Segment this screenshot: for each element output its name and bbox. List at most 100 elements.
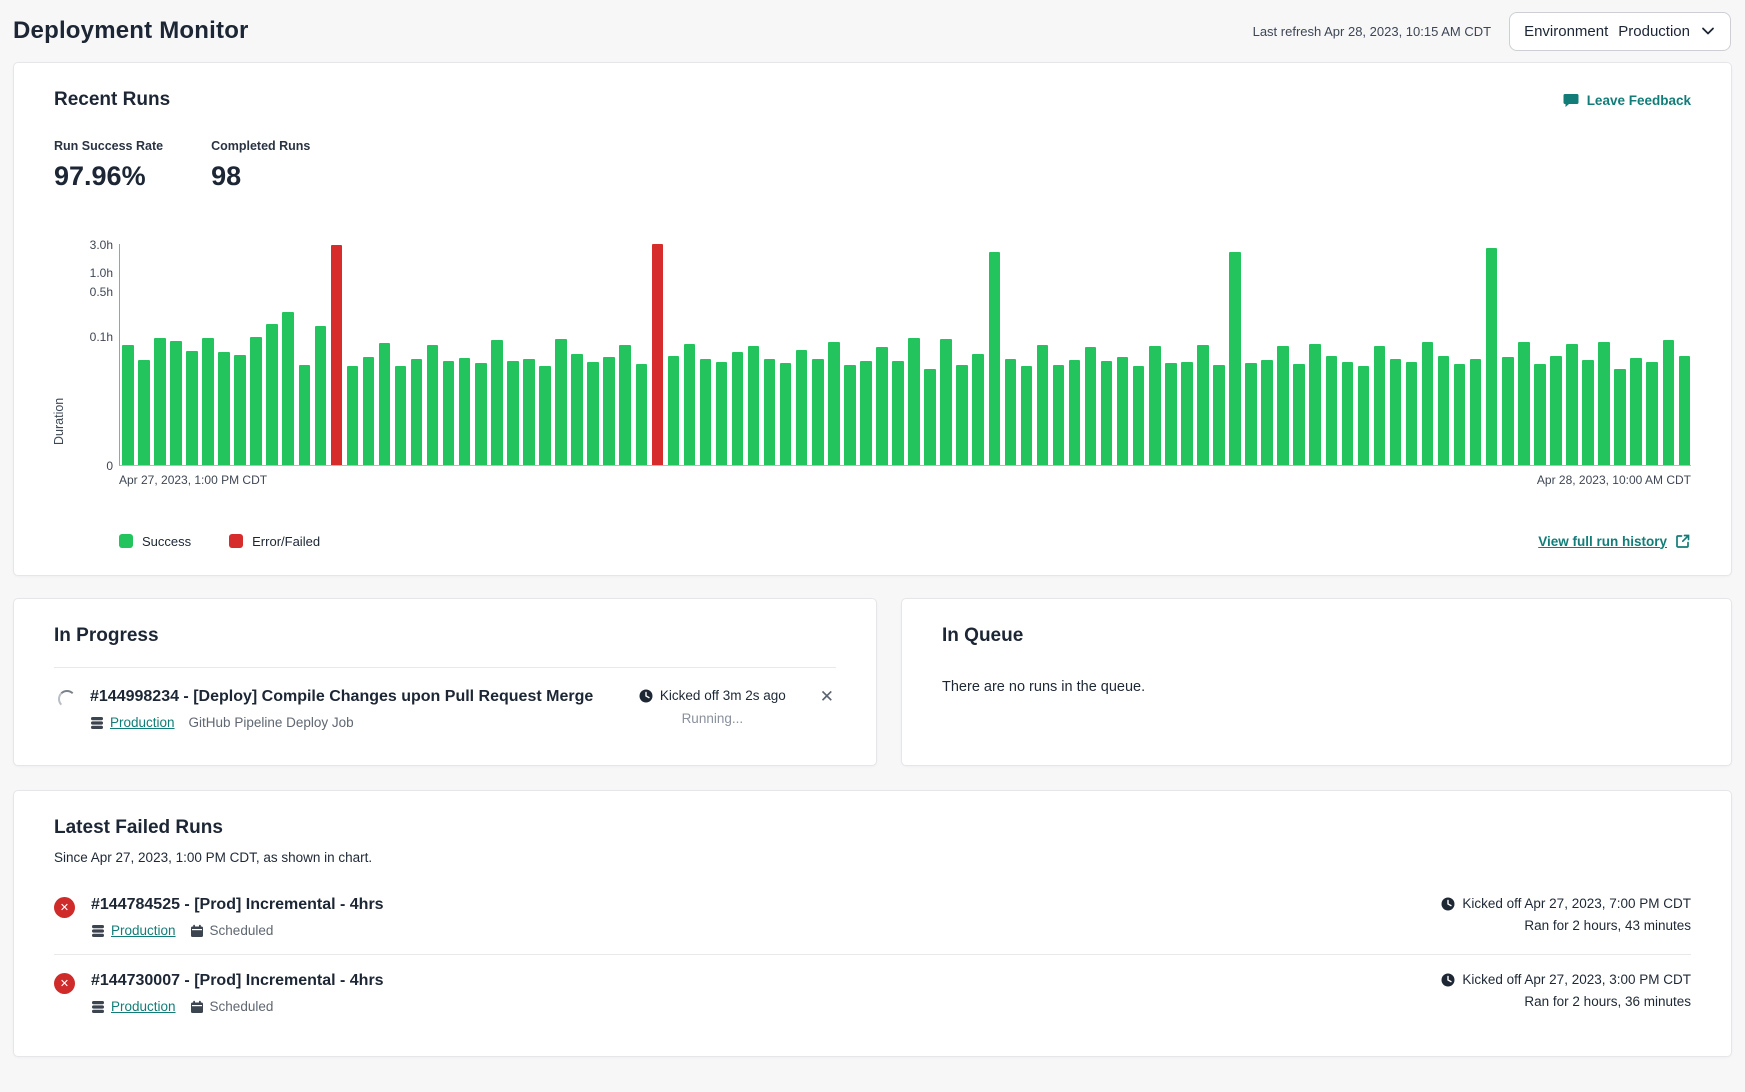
run-bar-success[interactable] xyxy=(1454,364,1466,465)
run-bar-success[interactable] xyxy=(1646,362,1658,465)
run-bar-success[interactable] xyxy=(1197,345,1209,465)
run-bar-success[interactable] xyxy=(619,345,631,465)
run-bar-success[interactable] xyxy=(507,361,519,465)
view-full-run-history-link[interactable]: View full run history xyxy=(1538,533,1691,549)
run-bar-failed[interactable] xyxy=(652,244,664,465)
run-bar-failed[interactable] xyxy=(331,245,343,465)
run-bar-success[interactable] xyxy=(363,357,375,465)
run-bar-success[interactable] xyxy=(427,345,439,465)
run-bar-success[interactable] xyxy=(154,338,166,465)
run-bar-success[interactable] xyxy=(1309,344,1321,465)
run-bar-success[interactable] xyxy=(266,324,278,465)
run-bar-success[interactable] xyxy=(122,345,134,465)
run-bar-success[interactable] xyxy=(1326,356,1338,466)
run-bar-success[interactable] xyxy=(1229,252,1241,466)
run-bar-success[interactable] xyxy=(1213,365,1225,465)
run-bar-success[interactable] xyxy=(1614,369,1626,465)
run-bar-success[interactable] xyxy=(828,342,840,465)
cancel-run-button[interactable]: ✕ xyxy=(818,688,836,706)
run-bar-success[interactable] xyxy=(924,369,936,465)
run-bar-success[interactable] xyxy=(1261,360,1273,465)
run-bar-success[interactable] xyxy=(475,363,487,465)
run-bar-success[interactable] xyxy=(1470,359,1482,465)
run-bar-success[interactable] xyxy=(684,344,696,465)
run-bar-success[interactable] xyxy=(1550,356,1562,465)
run-bar-success[interactable] xyxy=(1293,364,1305,465)
run-bar-success[interactable] xyxy=(1101,361,1113,465)
run-bar-success[interactable] xyxy=(1133,366,1145,465)
run-bar-success[interactable] xyxy=(1374,346,1386,465)
run-bar-success[interactable] xyxy=(716,362,728,465)
run-bar-success[interactable] xyxy=(1598,342,1610,465)
run-bar-success[interactable] xyxy=(876,347,888,465)
run-bar-success[interactable] xyxy=(1005,359,1017,465)
run-bar-success[interactable] xyxy=(860,361,872,465)
run-bar-success[interactable] xyxy=(1486,248,1498,465)
run-bar-success[interactable] xyxy=(555,339,567,465)
run-bar-success[interactable] xyxy=(940,339,952,465)
run-bar-success[interactable] xyxy=(748,346,760,465)
run-bar-success[interactable] xyxy=(234,355,246,465)
run-bar-success[interactable] xyxy=(1422,342,1434,465)
run-bar-success[interactable] xyxy=(539,366,551,466)
leave-feedback-link[interactable]: Leave Feedback xyxy=(1563,92,1691,108)
run-bar-success[interactable] xyxy=(764,359,776,465)
run-bar-success[interactable] xyxy=(1406,362,1418,465)
run-bar-success[interactable] xyxy=(571,354,583,465)
run-bar-success[interactable] xyxy=(908,338,920,465)
run-bar-success[interactable] xyxy=(523,359,535,465)
run-bar-success[interactable] xyxy=(299,365,311,465)
run-bar-success[interactable] xyxy=(732,352,744,465)
environment-link[interactable]: Production xyxy=(111,923,176,938)
run-bar-success[interactable] xyxy=(250,337,262,465)
environment-dropdown[interactable]: Environment Production xyxy=(1509,12,1731,51)
run-bar-success[interactable] xyxy=(1438,356,1450,466)
run-bar-success[interactable] xyxy=(1181,362,1193,465)
run-bar-success[interactable] xyxy=(1390,359,1402,465)
run-bar-success[interactable] xyxy=(1117,357,1129,465)
run-bar-success[interactable] xyxy=(379,343,391,465)
run-bar-success[interactable] xyxy=(1053,365,1065,465)
run-bar-success[interactable] xyxy=(1021,366,1033,465)
run-bar-success[interactable] xyxy=(1342,362,1354,465)
run-bar-success[interactable] xyxy=(1679,356,1691,465)
run-bar-success[interactable] xyxy=(1165,363,1177,465)
run-bar-success[interactable] xyxy=(603,357,615,465)
run-bar-success[interactable] xyxy=(1582,360,1594,465)
run-bar-success[interactable] xyxy=(1085,347,1097,465)
run-bar-success[interactable] xyxy=(972,354,984,465)
run-bar-success[interactable] xyxy=(1534,364,1546,465)
run-bar-success[interactable] xyxy=(1502,357,1514,465)
run-bar-success[interactable] xyxy=(347,366,359,465)
run-bar-success[interactable] xyxy=(443,361,455,465)
run-bar-success[interactable] xyxy=(282,312,294,465)
run-bar-success[interactable] xyxy=(1518,342,1530,465)
run-bar-success[interactable] xyxy=(956,365,968,465)
run-bar-success[interactable] xyxy=(1566,344,1578,465)
run-bar-success[interactable] xyxy=(1069,360,1081,465)
run-bar-success[interactable] xyxy=(780,363,792,465)
run-bar-success[interactable] xyxy=(491,340,503,465)
run-bar-success[interactable] xyxy=(812,359,824,465)
run-bar-success[interactable] xyxy=(202,338,214,465)
environment-link[interactable]: Production xyxy=(111,999,176,1014)
run-bar-success[interactable] xyxy=(1630,358,1642,465)
run-bar-success[interactable] xyxy=(138,360,150,465)
run-bar-success[interactable] xyxy=(1149,346,1161,465)
run-bar-success[interactable] xyxy=(587,362,599,465)
run-bar-success[interactable] xyxy=(395,366,407,465)
run-bar-success[interactable] xyxy=(218,352,230,465)
run-bar-success[interactable] xyxy=(1245,363,1257,465)
run-bar-success[interactable] xyxy=(186,351,198,465)
run-bar-success[interactable] xyxy=(1277,346,1289,465)
run-bar-success[interactable] xyxy=(700,359,712,465)
environment-link[interactable]: Production xyxy=(110,715,175,730)
run-bar-success[interactable] xyxy=(170,341,182,465)
run-bar-success[interactable] xyxy=(844,365,856,465)
run-bar-success[interactable] xyxy=(1663,340,1675,465)
run-bar-success[interactable] xyxy=(989,252,1001,465)
run-bar-success[interactable] xyxy=(892,361,904,465)
run-bar-success[interactable] xyxy=(1358,366,1370,465)
run-bar-success[interactable] xyxy=(459,358,471,465)
run-bar-success[interactable] xyxy=(315,326,327,465)
